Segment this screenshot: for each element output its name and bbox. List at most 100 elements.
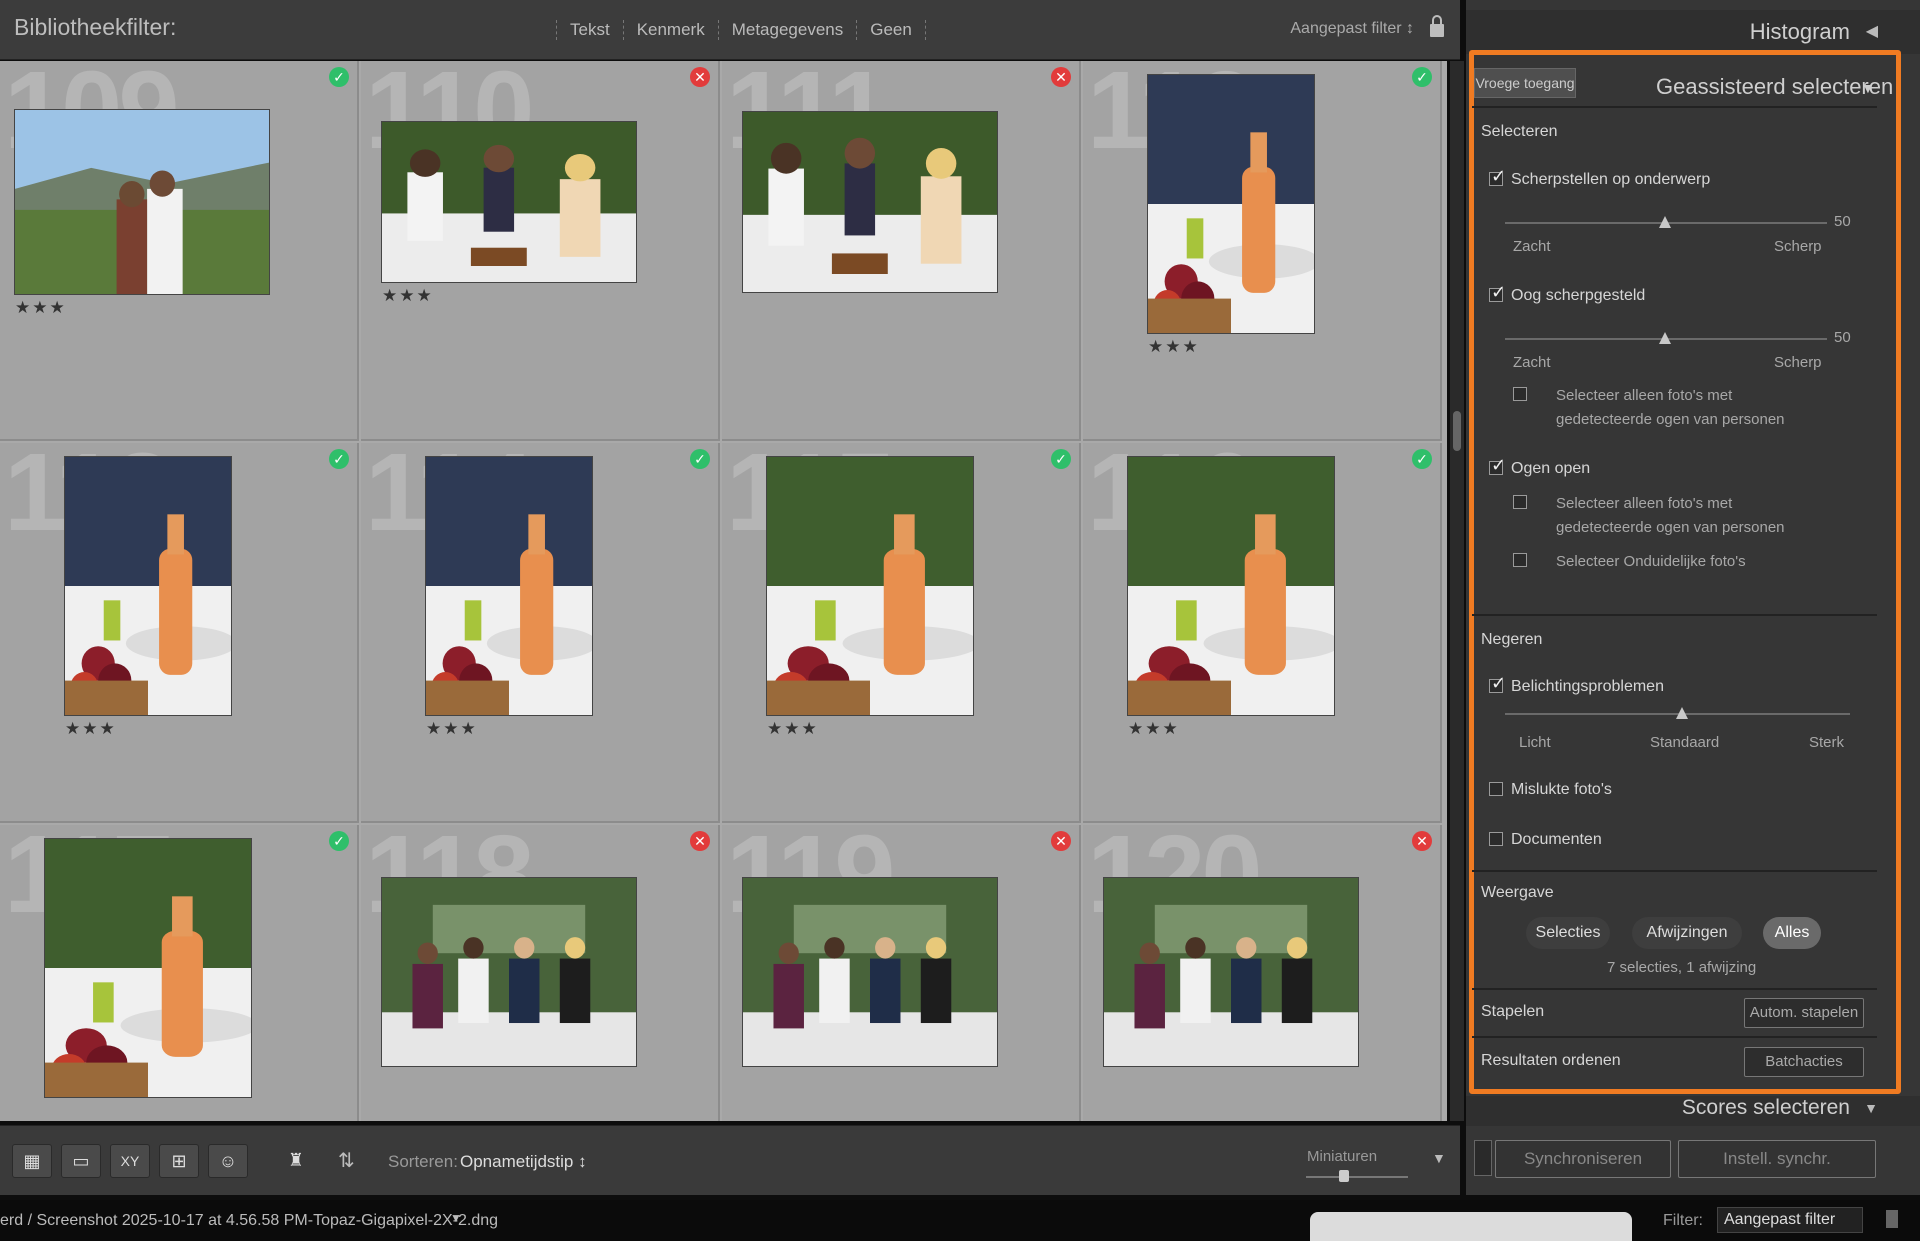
status-switch-icon[interactable] [1886,1210,1898,1228]
thumbnail-cell[interactable]: 116✓★★★ [1083,443,1442,823]
photo-thumbnail[interactable] [1103,877,1359,1067]
grid-scrollbar[interactable] [1450,61,1464,1121]
photo-thumbnail[interactable] [381,877,637,1067]
failed-photos-checkbox[interactable] [1489,782,1503,796]
ignore-heading: Negeren [1481,631,1543,648]
star-rating[interactable]: ★★★ [1148,337,1200,357]
thumbnail-cell[interactable]: 119✕ [722,825,1081,1121]
focus-label: Scherpstellen op onderwerp [1511,171,1711,188]
documents-checkbox[interactable] [1489,832,1503,846]
lock-icon[interactable] [1428,13,1446,39]
view-picks-button[interactable]: Selecties [1526,917,1610,949]
grid-view-icon[interactable]: ▦ [12,1144,52,1178]
status-filter-dropdown[interactable]: Aangepast filter [1717,1207,1863,1233]
survey-view-icon[interactable]: ⊞ [159,1144,199,1178]
thumbnail-cell[interactable]: 115✓★★★ [722,443,1081,823]
sort-direction-icon[interactable]: ⇅ [338,1148,355,1173]
filter-tab-metadata[interactable]: Metagegevens [717,20,857,40]
pick-flag-icon[interactable]: ✓ [329,67,349,87]
thumbnail-cell[interactable]: 117✓ [0,825,359,1121]
pick-flag-icon[interactable]: ✓ [1051,449,1071,469]
photo-thumbnail[interactable] [742,877,998,1067]
thumbnail-grid: 109✓★★★110✕★★★111✕112✓★★★113✓★★★114✓★★★1… [0,61,1447,1121]
sync-settings-button[interactable]: Instell. synchr. [1678,1140,1876,1178]
pick-flag-icon[interactable]: ✓ [1412,449,1432,469]
star-rating[interactable]: ★★★ [1128,719,1180,739]
thumbnail-cell[interactable]: 110 ✕ ★★★ [361,61,720,441]
path-dropdown-icon[interactable]: ▼ [450,1211,462,1225]
view-all-button[interactable]: Alles [1763,917,1821,949]
photo-thumbnail[interactable] [64,456,232,716]
eye-focus-slider-knob[interactable] [1659,332,1671,344]
thumbnail-cell[interactable]: 109✓★★★ [0,61,359,441]
filter-tab-none[interactable]: Geen [856,20,926,40]
photo-thumbnail[interactable] [425,456,593,716]
star-rating[interactable]: ★★★ [426,719,478,739]
filter-tab-text[interactable]: Tekst [556,20,623,40]
thumbnail-cell[interactable]: 112✓★★★ [1083,61,1442,441]
filter-tab-attribute[interactable]: Kenmerk [622,20,718,40]
focus-checkbox[interactable] [1489,166,1506,187]
eye-focus-low-label: Zacht [1513,354,1551,371]
unclear-label: Selecteer Onduidelijke foto's [1556,553,1746,570]
library-filter-bar: Bibliotheekfilter: Tekst Kenmerk Metageg… [0,0,1460,60]
star-rating[interactable]: ★★★ [65,719,117,739]
thumbnail-cell[interactable]: 120✕ [1083,825,1442,1121]
reject-flag-icon[interactable]: ✕ [1412,831,1432,851]
view-rejects-button[interactable]: Afwijzingen [1632,917,1742,949]
select-heading: Selecteren [1481,123,1558,140]
thumbnail-cell[interactable]: 113✓★★★ [0,443,359,823]
exposure-slider-knob[interactable] [1676,707,1688,719]
scores-title: Scores selecteren [1681,1096,1850,1119]
thumbnail-cell[interactable]: 111✕ [722,61,1081,441]
toolbar-menu-chevron-icon[interactable]: ▼ [1432,1150,1446,1166]
spray-can-icon[interactable]: ♜ [282,1144,310,1178]
thumbnail-cell[interactable]: 114✓★★★ [361,443,720,823]
histogram-header[interactable]: Histogram ◀ [1466,10,1920,54]
auto-stack-button[interactable]: Autom. stapelen [1744,998,1864,1028]
sort-dropdown[interactable]: Opnametijdstip ↕ [460,1152,587,1172]
star-rating[interactable]: ★★★ [767,719,819,739]
reject-flag-icon[interactable]: ✕ [690,67,710,87]
thumbnail-cell[interactable]: 118✕ [361,825,720,1121]
scores-header[interactable]: Scores selecteren ▼ [1466,1096,1920,1126]
stack-label: Stapelen [1481,1003,1545,1020]
eye-only-checkbox[interactable] [1513,387,1527,401]
pick-flag-icon[interactable]: ✓ [329,449,349,469]
reject-flag-icon[interactable]: ✕ [1051,67,1071,87]
unclear-checkbox[interactable] [1513,553,1527,567]
panel-collapse-icon[interactable]: ▼ [1861,80,1875,96]
focus-slider-knob[interactable] [1659,216,1671,228]
sync-button[interactable]: Synchroniseren [1495,1140,1671,1178]
assisted-select-title[interactable]: Geassisteerd selecteren [1656,74,1893,100]
star-rating[interactable]: ★★★ [15,298,67,318]
thumbnail-size-slider[interactable] [1306,1176,1408,1178]
file-path: erd / Screenshot 2025-10-17 at 4.56.58 P… [0,1212,499,1229]
sync-toggle[interactable] [1474,1140,1492,1176]
eye-focus-checkbox[interactable] [1489,282,1506,303]
photo-thumbnail[interactable] [44,838,252,1098]
reject-flag-icon[interactable]: ✕ [1051,831,1071,851]
pick-flag-icon[interactable]: ✓ [1412,67,1432,87]
thumbnail-size-knob[interactable] [1339,1170,1349,1182]
exposure-checkbox[interactable] [1489,673,1506,694]
people-view-icon[interactable]: ☺ [208,1144,248,1178]
photo-thumbnail[interactable] [1147,74,1315,334]
scrollbar-thumb[interactable] [1453,411,1461,451]
pick-flag-icon[interactable]: ✓ [690,449,710,469]
photo-thumbnail[interactable] [742,111,998,293]
batch-actions-button[interactable]: Batchacties [1744,1047,1864,1077]
compare-view-icon[interactable]: XY [110,1144,150,1178]
star-rating[interactable]: ★★★ [382,286,434,306]
photo-thumbnail[interactable] [381,121,637,283]
status-bar: erd / Screenshot 2025-10-17 at 4.56.58 P… [0,1200,1920,1241]
photo-thumbnail[interactable] [14,109,270,295]
photo-thumbnail[interactable] [766,456,974,716]
open-only-checkbox[interactable] [1513,495,1527,509]
eyes-open-checkbox[interactable] [1489,455,1506,476]
reject-flag-icon[interactable]: ✕ [690,831,710,851]
photo-thumbnail[interactable] [1127,456,1335,716]
filter-preset-dropdown[interactable]: Aangepast filter ↕ [1290,20,1414,38]
loupe-view-icon[interactable]: ▭ [61,1144,101,1178]
pick-flag-icon[interactable]: ✓ [329,831,349,851]
